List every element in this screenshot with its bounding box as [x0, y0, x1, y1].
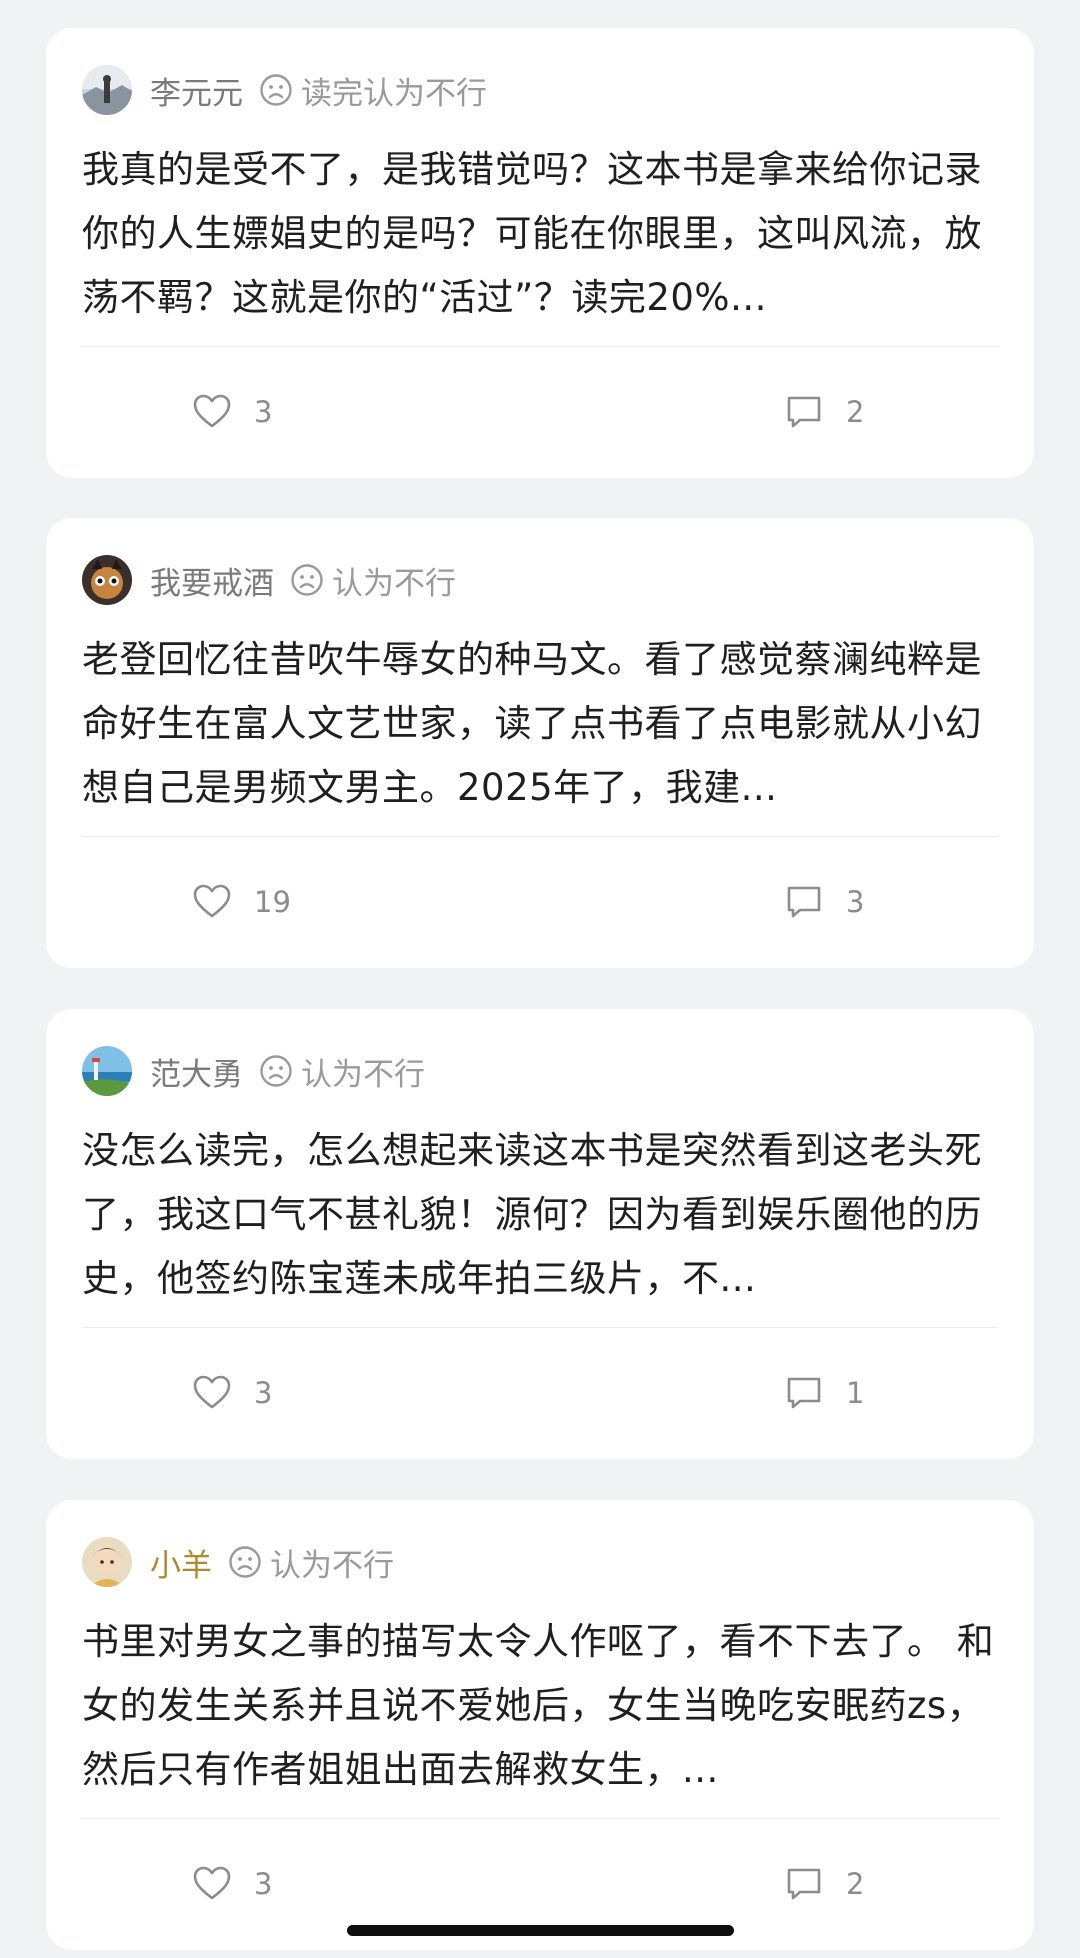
divider: [82, 1818, 998, 1819]
divider: [82, 1327, 998, 1328]
user-avatar[interactable]: [82, 555, 132, 605]
comment-count: 2: [846, 1867, 865, 1901]
like-button[interactable]: 3: [192, 1373, 272, 1413]
review-card[interactable]: 小羊 认为不行 书里对男女之事的描写太令人作呕了，看不下去了。 和女的发生关系并…: [46, 1500, 1034, 1950]
comment-bubble-icon: [787, 396, 821, 428]
review-card[interactable]: 我要戒酒 认为不行 老登回忆往昔吹牛辱女的种马文。看了感觉蔡澜纯粹是命好生在富人…: [46, 518, 1034, 968]
review-header: 我要戒酒 认为不行: [82, 554, 456, 606]
heart-icon: [193, 1866, 231, 1900]
review-header: 小羊 认为不行: [82, 1536, 394, 1588]
comment-button[interactable]: 1: [784, 1373, 864, 1413]
comment-count: 2: [846, 395, 865, 429]
rating-label: 认为不行: [270, 1547, 394, 1584]
heart-icon: [193, 1375, 231, 1409]
review-text[interactable]: 老登回忆往昔吹牛辱女的种马文。看了感觉蔡澜纯粹是命好生在富人文艺世家，读了点书看…: [82, 628, 998, 820]
rating-label: 读完认为不行: [301, 75, 487, 112]
rating-label: 认为不行: [301, 1056, 425, 1093]
review-card[interactable]: 范大勇 认为不行 没怎么读完，怎么想起来读这本书是突然看到这老头死了，我这口气不…: [46, 1009, 1034, 1459]
username[interactable]: 李元元: [150, 68, 243, 113]
review-card[interactable]: 李元元 读完认为不行 我真的是受不了，是我错觉吗？这本书是拿来给你记录你的人生嫖…: [46, 28, 1034, 478]
sad-face-icon: [260, 74, 292, 106]
heart-icon: [193, 394, 231, 428]
like-count: 3: [254, 1867, 273, 1901]
review-text[interactable]: 没怎么读完，怎么想起来读这本书是突然看到这老头死了，我这口气不甚礼貌！源何？因为…: [82, 1119, 998, 1311]
like-count: 19: [254, 885, 291, 919]
username[interactable]: 小羊: [150, 1540, 212, 1585]
like-button[interactable]: 3: [192, 392, 272, 432]
review-header: 李元元 读完认为不行: [82, 64, 487, 116]
comment-button[interactable]: 2: [784, 1864, 864, 1904]
username[interactable]: 我要戒酒: [150, 558, 274, 603]
like-button[interactable]: 3: [192, 1864, 272, 1904]
like-button[interactable]: 19: [192, 882, 291, 922]
comment-count: 3: [846, 885, 865, 919]
comment-button[interactable]: 2: [784, 392, 864, 432]
comment-bubble-icon: [787, 1868, 821, 1900]
divider: [82, 836, 998, 837]
heart-icon: [193, 884, 231, 918]
like-count: 3: [254, 1376, 273, 1410]
user-avatar[interactable]: [82, 1046, 132, 1096]
user-avatar[interactable]: [82, 65, 132, 115]
home-indicator[interactable]: [347, 1925, 734, 1936]
review-text[interactable]: 我真的是受不了，是我错觉吗？这本书是拿来给你记录你的人生嫖娼史的是吗？可能在你眼…: [82, 138, 998, 330]
comment-count: 1: [846, 1376, 865, 1410]
comment-bubble-icon: [787, 1377, 821, 1409]
sad-face-icon: [291, 564, 323, 596]
username[interactable]: 范大勇: [150, 1049, 243, 1094]
review-text[interactable]: 书里对男女之事的描写太令人作呕了，看不下去了。 和女的发生关系并且说不爱她后，女…: [82, 1610, 998, 1802]
comment-bubble-icon: [787, 886, 821, 918]
sad-face-icon: [260, 1055, 292, 1087]
comment-button[interactable]: 3: [784, 882, 864, 922]
rating-label: 认为不行: [332, 565, 456, 602]
like-count: 3: [254, 395, 273, 429]
sad-face-icon: [229, 1546, 261, 1578]
review-header: 范大勇 认为不行: [82, 1045, 425, 1097]
user-avatar[interactable]: [82, 1537, 132, 1587]
divider: [82, 346, 998, 347]
